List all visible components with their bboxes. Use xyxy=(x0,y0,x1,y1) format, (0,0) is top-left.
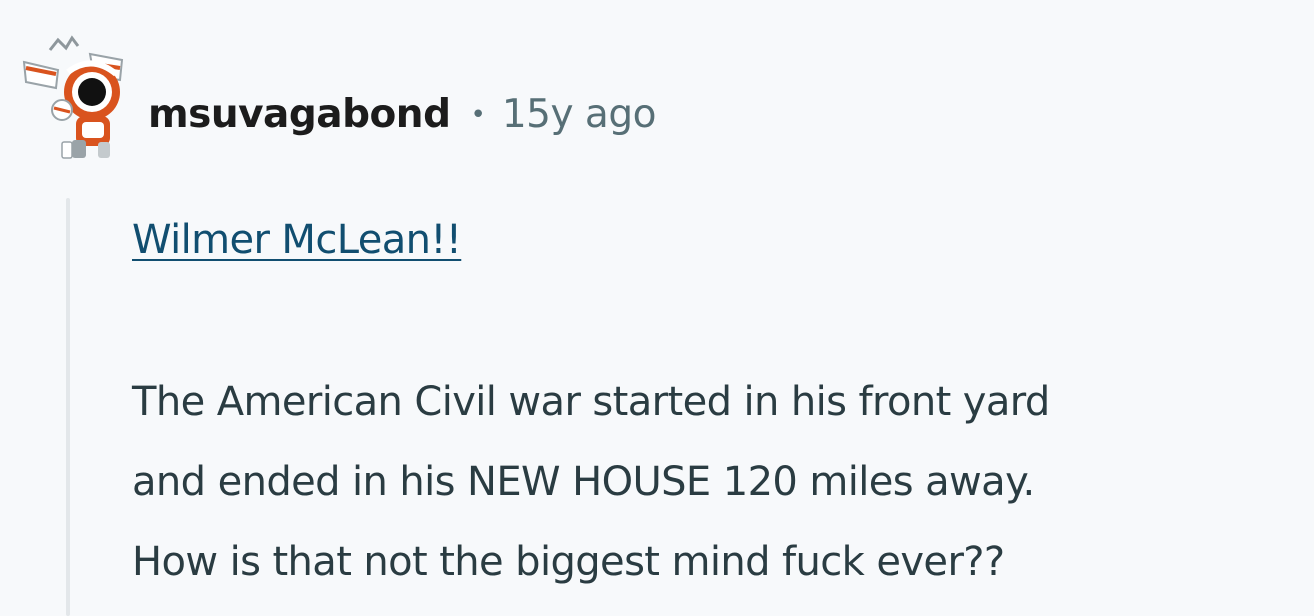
snoo-avatar-icon xyxy=(22,35,124,159)
separator-dot: • xyxy=(470,100,486,130)
timestamp[interactable]: 15y ago xyxy=(502,92,657,137)
username-link[interactable]: msuvagabond xyxy=(148,92,451,137)
comment-text-line: and ended in his NEW HOUSE 120 miles awa… xyxy=(132,459,1035,505)
thread-line[interactable] xyxy=(66,198,70,616)
comment: msuvagabond • 15y ago Wilmer McLean!! Th… xyxy=(0,0,1314,616)
comment-text-line: How is that not the biggest mind fuck ev… xyxy=(132,539,1005,585)
comment-body: Wilmer McLean!! The American Civil war s… xyxy=(132,212,1302,602)
user-avatar[interactable] xyxy=(18,30,138,162)
comment-link[interactable]: Wilmer McLean!! xyxy=(132,212,462,268)
comment-text-line: The American Civil war started in his fr… xyxy=(132,379,1050,425)
comment-header: msuvagabond • 15y ago xyxy=(148,86,656,142)
comment-text: The American Civil war started in his fr… xyxy=(132,362,1302,602)
